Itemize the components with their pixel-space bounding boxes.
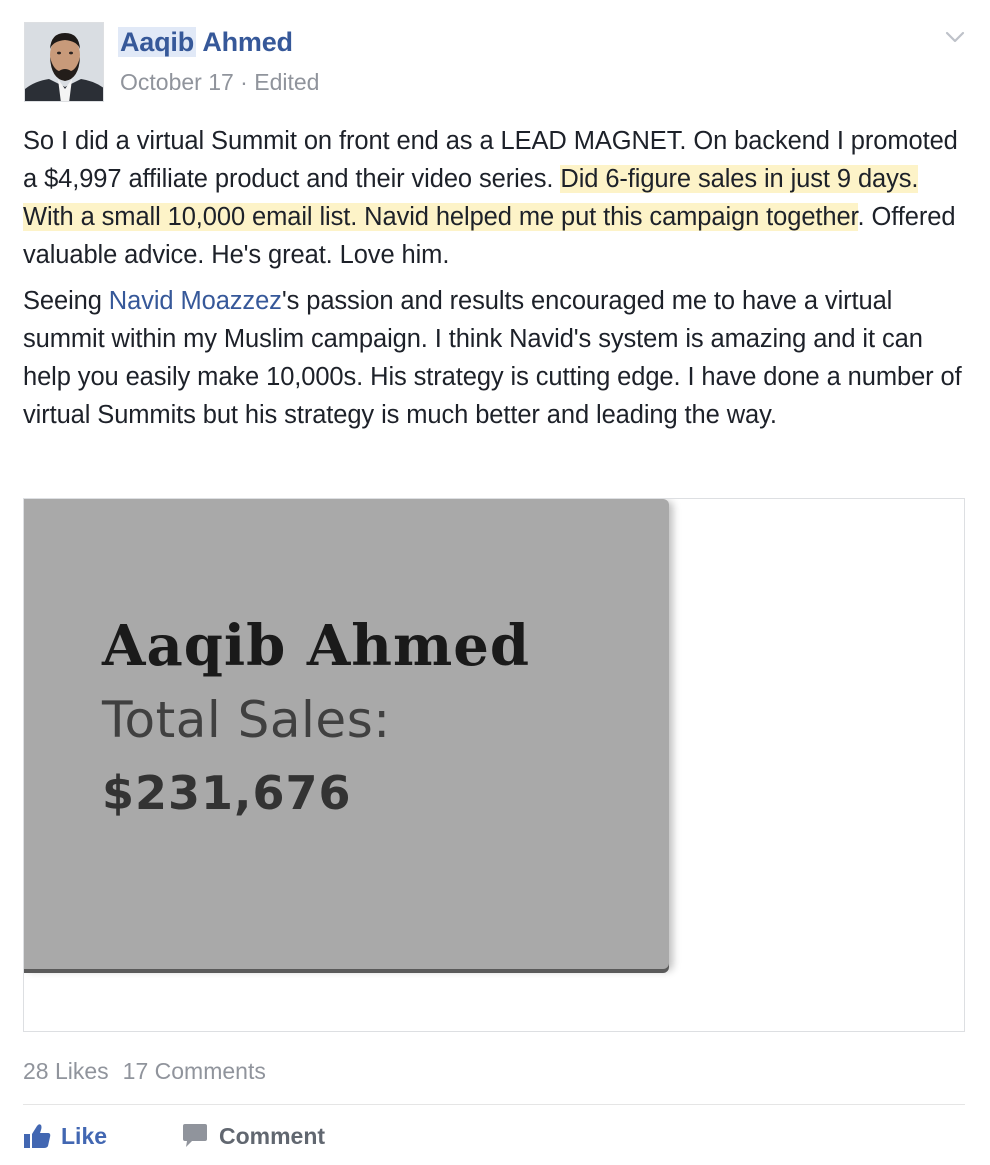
avatar[interactable]	[24, 22, 104, 102]
post-text: So I did a virtual Summit on front end a…	[23, 122, 968, 442]
comment-button[interactable]: Comment	[181, 1118, 325, 1154]
paragraph-2-text-a: Seeing	[23, 287, 109, 315]
author-last-name[interactable]: Ahmed	[202, 27, 293, 57]
chevron-down-icon[interactable]	[944, 26, 966, 48]
author-name[interactable]: Aaqib Ahmed	[118, 24, 293, 60]
author-first-name[interactable]: Aaqib	[118, 27, 197, 57]
facebook-post: Aaqib Ahmed October 17 · Edited So I did…	[0, 0, 990, 1165]
divider	[23, 1104, 965, 1105]
post-stats: 28 Likes 17 Comments	[23, 1054, 266, 1088]
speech-bubble-icon	[183, 1124, 207, 1147]
avatar-image	[25, 23, 103, 101]
sales-card: Aaqib Ahmed Total Sales: $231,676	[24, 499, 669, 969]
comments-count[interactable]: 17 Comments	[123, 1058, 266, 1084]
thumbs-up-icon	[24, 1124, 51, 1148]
meta-separator: ·	[233, 69, 255, 95]
likes-count[interactable]: 28 Likes	[23, 1058, 109, 1084]
edited-label[interactable]: Edited	[254, 69, 319, 95]
post-date[interactable]: October 17	[120, 69, 234, 95]
post-paragraph-1: So I did a virtual Summit on front end a…	[23, 122, 968, 274]
card-total-sales-value: $231,676	[102, 766, 352, 820]
like-label: Like	[61, 1123, 108, 1149]
card-total-sales-label: Total Sales:	[102, 691, 391, 749]
post-meta: October 17 · Edited	[120, 66, 319, 98]
comment-label: Comment	[219, 1123, 326, 1149]
post-image[interactable]: Aaqib Ahmed Total Sales: $231,676	[23, 498, 965, 1032]
post-paragraph-2: Seeing Navid Moazzez's passion and resul…	[23, 282, 968, 434]
mention-link[interactable]: Navid Moazzez	[109, 287, 282, 315]
like-button[interactable]: Like	[23, 1118, 107, 1154]
card-name: Aaqib Ahmed	[102, 613, 531, 679]
